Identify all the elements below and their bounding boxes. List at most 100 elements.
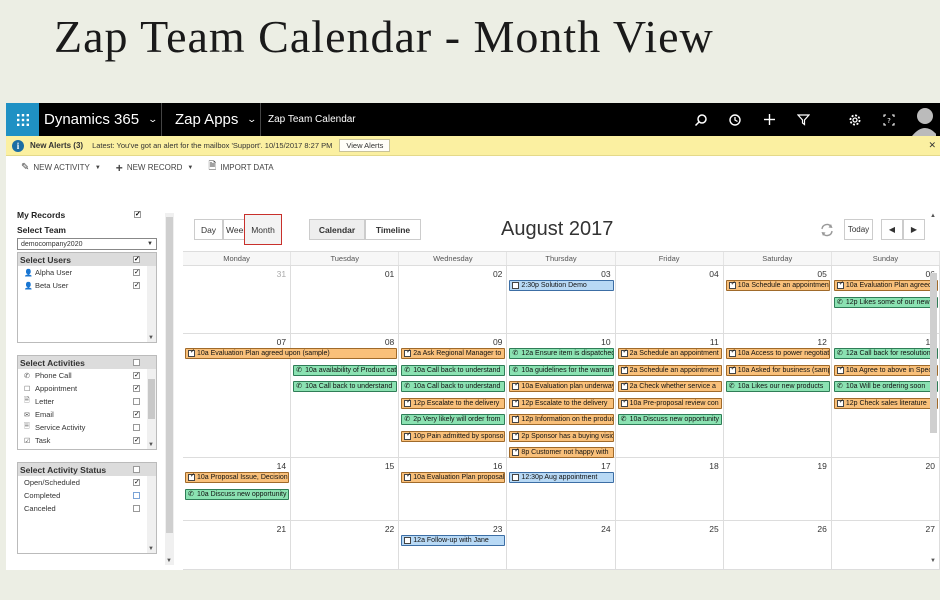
day-cell[interactable]: 31 — [183, 266, 292, 333]
calendar-mode-button[interactable]: Calendar — [309, 219, 365, 240]
import-data-button[interactable]: 🗎 IMPORT DATA — [208, 159, 273, 176]
calendar-event[interactable]: ✓ 10a Agree to above in Spec — [833, 364, 938, 376]
calendar-event[interactable]: ✓ 10a Proposal Issue, Decision — [185, 472, 290, 483]
my-records-checkbox[interactable]: ✓ — [134, 211, 141, 218]
day-number[interactable]: 24 — [601, 524, 610, 534]
calendar-event[interactable]: ✓ 2a Schedule an appointment — [617, 348, 722, 359]
calendar-event[interactable]: ✓ 2p Sponsor has a buying vision — [509, 430, 614, 442]
calendar-event[interactable]: ✓ 2a Ask Regional Manager to — [401, 348, 506, 359]
calendar-event[interactable]: 2:30p Solution Demo — [509, 280, 614, 291]
users-scrollbar[interactable]: ▼ — [147, 266, 156, 342]
day-cell[interactable]: 15 — [291, 458, 400, 520]
day-number[interactable]: 26 — [817, 524, 826, 534]
activity-checkbox[interactable] — [133, 424, 140, 431]
day-cell[interactable]: 21 — [183, 521, 292, 569]
new-activity-button[interactable]: ✎ NEW ACTIVITY ▼ — [21, 162, 101, 173]
day-cell[interactable]: 20 — [832, 458, 940, 520]
day-number[interactable]: 14 — [277, 461, 286, 471]
calendar-event[interactable]: ✆ 2p Very likely will order from — [401, 414, 506, 425]
day-cell[interactable]: 27 — [832, 521, 940, 569]
day-view-button[interactable]: Day — [194, 219, 223, 240]
day-number[interactable]: 31 — [277, 269, 286, 279]
calendar-event[interactable]: ✓ 12p Escalate to the delivery — [401, 397, 506, 409]
select-all-activities-checkbox[interactable] — [133, 359, 140, 366]
recent-history-icon[interactable] — [718, 103, 752, 136]
day-number[interactable]: 23 — [493, 524, 502, 534]
day-number[interactable]: 03 — [601, 269, 610, 279]
user-checkbox[interactable]: ✓ — [133, 282, 140, 289]
select-all-status-checkbox[interactable] — [133, 466, 140, 473]
app-switcher[interactable]: Zap Apps ⌄ — [162, 103, 261, 136]
calendar-event[interactable]: ✆ 10a Call back to understand — [293, 381, 398, 392]
day-number[interactable]: 02 — [493, 269, 502, 279]
day-number[interactable]: 15 — [385, 461, 394, 471]
calendar-event[interactable]: ✓ 10a Evaluation plan underway — [509, 381, 614, 392]
user-item[interactable]: 👤 Beta User ✓ — [18, 279, 156, 292]
alert-title[interactable]: New Alerts (3) — [30, 141, 83, 150]
select-all-users-checkbox[interactable]: ✓ — [133, 256, 140, 263]
calendar-event[interactable]: ✓ 10a Evaluation Plan proposal — [401, 472, 506, 483]
user-checkbox[interactable]: ✓ — [133, 269, 140, 276]
gear-icon[interactable] — [838, 103, 872, 136]
prev-month-button[interactable]: ◀ — [881, 219, 903, 240]
close-icon[interactable]: ✕ — [928, 140, 936, 151]
calendar-event[interactable]: ✆ 10a Likes our new products — [725, 381, 830, 392]
calendar-event[interactable]: ✓ 8p Customer not happy with — [509, 447, 614, 458]
calendar-event[interactable]: ✆ 12a Call back for resolution — [833, 348, 938, 359]
day-cell[interactable]: 25 — [616, 521, 724, 569]
calendar-event[interactable]: ✆ 10a guidelines for the warranty — [509, 364, 614, 376]
calendar-event[interactable]: ✆10a availability of Product catalog — [293, 364, 398, 376]
day-number[interactable]: 11 — [710, 337, 719, 347]
day-number[interactable]: 10 — [601, 337, 610, 347]
calendar-event[interactable]: ✓ 10a Access to power negotiate — [725, 348, 830, 359]
day-cell[interactable]: 26 — [724, 521, 832, 569]
day-cell[interactable]: 19 — [724, 458, 832, 520]
day-number[interactable]: 21 — [277, 524, 286, 534]
filter-icon[interactable] — [786, 103, 820, 136]
calendar-event[interactable]: ✓ 10a Evaluation Plan agreed upon (sample… — [185, 348, 398, 359]
day-number[interactable]: 17 — [601, 461, 610, 471]
calendar-event[interactable]: ✓ 10a Schedule an appointment — [725, 280, 830, 291]
activity-item[interactable]: ✉ Email ✓ — [18, 408, 156, 421]
calendar-event[interactable]: ✓ 2a Schedule an appointment — [617, 364, 722, 376]
calendar-event[interactable]: ✆ 12a Ensure item is dispatched — [509, 348, 614, 359]
calendar-event[interactable]: ✆ 10a Discuss new opportunity — [617, 414, 722, 425]
day-number[interactable]: 09 — [493, 337, 502, 347]
day-number[interactable]: 07 — [277, 337, 286, 347]
day-number[interactable]: 04 — [709, 269, 718, 279]
activity-checkbox[interactable]: ✓ — [133, 437, 140, 444]
day-number[interactable]: 12 — [817, 337, 826, 347]
calendar-event[interactable]: ✓ 10a Pre-proposal review con — [617, 397, 722, 409]
status-checkbox[interactable] — [133, 505, 140, 512]
status-scrollbar[interactable]: ▼ — [147, 476, 156, 553]
activity-item[interactable]: ✆ Phone Call ✓ — [18, 369, 156, 382]
calendar-event[interactable]: ✆ 10a Discuss new opportunity — [185, 488, 290, 500]
team-select[interactable]: democompany2020 ▼ — [17, 238, 157, 250]
activity-checkbox[interactable]: ✓ — [133, 372, 140, 379]
day-number[interactable]: 25 — [709, 524, 718, 534]
day-cell[interactable]: 02 — [399, 266, 508, 333]
plus-icon[interactable] — [752, 103, 786, 136]
app-launcher-icon[interactable] — [6, 103, 39, 136]
status-item[interactable]: Completed — [18, 489, 156, 502]
calendar-event[interactable]: 12:30p Aug appointment — [509, 472, 614, 483]
calendar-event[interactable]: ✓ 2a Check whether service a — [617, 381, 722, 392]
month-view-button[interactable]: Month — [244, 214, 282, 245]
day-cell[interactable]: 04 — [616, 266, 724, 333]
day-cell[interactable]: 18 — [616, 458, 724, 520]
activity-checkbox[interactable] — [133, 398, 140, 405]
refresh-icon[interactable] — [816, 219, 838, 240]
calendar-scrollbar[interactable]: ▲ ▼ — [929, 213, 938, 565]
calendar-event[interactable]: 12a Follow-up with Jane — [401, 535, 506, 546]
day-cell[interactable]: 24 — [507, 521, 616, 569]
activity-checkbox[interactable]: ✓ — [133, 411, 140, 418]
activity-item[interactable]: ☑ Task ✓ — [18, 434, 156, 447]
calendar-event[interactable]: ✓ 10a Asked for business (sample) — [725, 364, 830, 376]
view-alerts-button[interactable]: View Alerts — [339, 139, 391, 152]
search-icon[interactable] — [684, 103, 718, 136]
activity-item[interactable]: 🗎 Letter — [18, 395, 156, 408]
day-number[interactable]: 19 — [817, 461, 826, 471]
day-cell[interactable]: 05 — [724, 266, 832, 333]
product-switcher[interactable]: Dynamics 365 ⌄ — [39, 103, 162, 136]
calendar-event[interactable]: ✆ 10a Call back to understand — [401, 364, 506, 376]
